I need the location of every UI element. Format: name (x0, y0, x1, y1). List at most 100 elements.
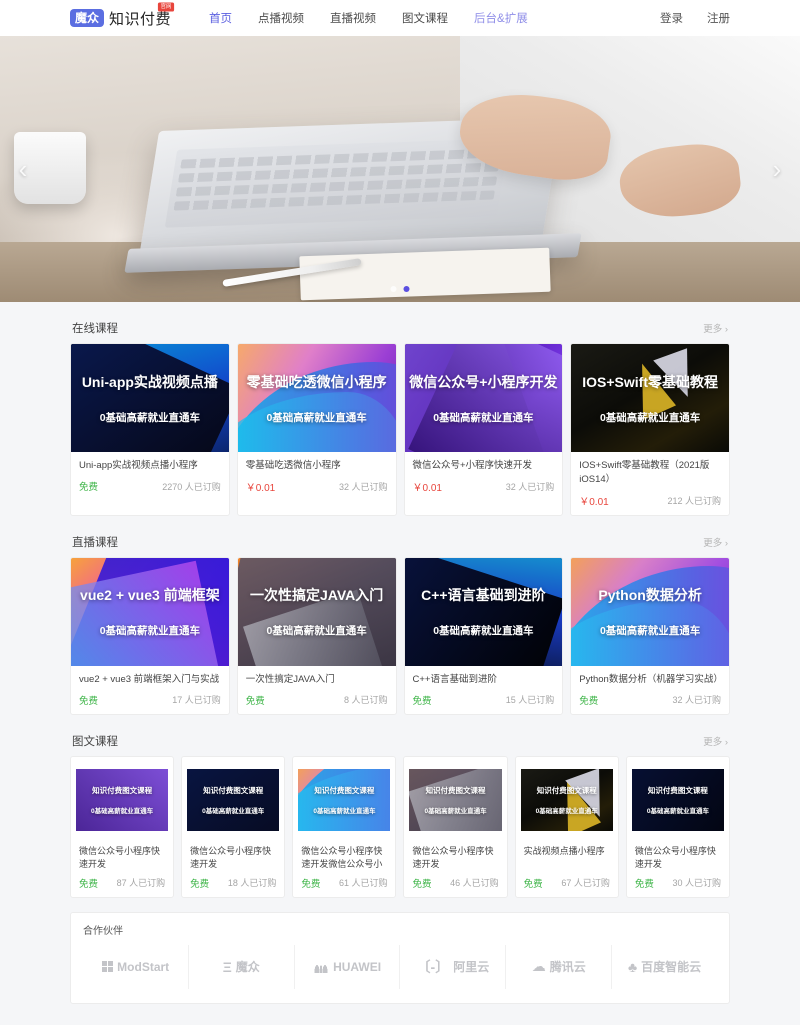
header-account-actions: 登录 注册 (660, 10, 730, 26)
article-orders: 67 人已订购 (561, 878, 610, 889)
carousel-prev-icon[interactable]: ‹ (8, 149, 38, 189)
course-orders: 212 人已订购 (667, 495, 721, 506)
partners-section: 合作伙伴 ModStart Ξ 魔众 HUAWEI 〔-〕 阿里云 ☁ 腾讯云 (70, 911, 730, 1004)
aliyun-logo-icon: 〔-〕 (416, 958, 450, 975)
article-name: 微信公众号小程序快速开发 (190, 845, 272, 870)
thumb-title: 知识付费图文课程 (647, 785, 708, 795)
course-thumbnail: 一次性搞定JAVA入门 0基础高薪就业直通车 (237, 557, 396, 666)
partner-modstart[interactable]: ModStart (83, 944, 189, 989)
carousel-dot-1[interactable] (390, 286, 397, 292)
article-name: 微信公众号小程序快速开发 (412, 845, 494, 870)
article-card[interactable]: 知识付费图文课程 0基础高薪就业直通车 微信公众号小程序快速开发微信公众号小程序… (292, 755, 397, 898)
brand-badge: 官网 (157, 2, 175, 11)
article-course-grid: 知识付费图文课程 0基础高薪就业直通车 微信公众号小程序快速开发 免费 87 人… (70, 755, 730, 898)
hero-slide-image (0, 36, 800, 302)
article-thumbnail: 知识付费图文课程 0基础高薪就业直通车 (409, 768, 502, 831)
partner-tencent-cloud[interactable]: ☁ 腾讯云 (506, 944, 613, 989)
course-card[interactable]: 一次性搞定JAVA入门 0基础高薪就业直通车 一次性搞定JAVA入门 免费 8 … (236, 556, 397, 715)
course-card[interactable]: IOS+Swift零基础教程 0基础高薪就业直通车 IOS+Swift零基础教程… (570, 343, 730, 516)
partner-label: 魔众 (235, 960, 260, 975)
course-card[interactable]: 微信公众号+小程序开发 0基础高薪就业直通车 微信公众号+小程序快速开发 ￥0.… (403, 343, 564, 516)
carousel-next-icon[interactable]: › (762, 149, 792, 189)
section-header-online: 在线课程 更多 › (70, 316, 730, 343)
partner-aliyun[interactable]: 〔-〕 阿里云 (400, 944, 507, 989)
thumb-title: Uni-app实战视频点播 (81, 373, 218, 390)
course-meta: ￥0.01 212 人已订购 (571, 487, 729, 515)
thumb-title: 零基础吃透微信小程序 (246, 373, 387, 390)
course-card[interactable]: C++语言基础到进阶 0基础高薪就业直通车 C++语言基础到进阶 免费 15 人… (403, 556, 564, 715)
partner-label: ModStart (117, 959, 170, 974)
partner-label: 腾讯云 (549, 960, 586, 975)
thumb-subtitle: 0基础高薪就业直通车 (99, 625, 201, 638)
thumb-title: 知识付费图文课程 (203, 785, 264, 795)
thumb-subtitle: 0基础高薪就业直通车 (266, 411, 367, 424)
course-name: 微信公众号+小程序快速开发 (412, 460, 533, 471)
article-meta: 免费 30 人已订购 (627, 872, 729, 897)
course-thumbnail: 微信公众号+小程序开发 0基础高薪就业直通车 (404, 344, 563, 452)
thumb-title: 一次性搞定JAVA入门 (249, 587, 384, 604)
course-meta: ￥0.01 32 人已订购 (238, 473, 396, 501)
partner-baidu-cloud[interactable]: ♣ 百度智能云 (612, 945, 717, 989)
article-card[interactable]: 知识付费图文课程 0基础高薪就业直通车 微信公众号小程序快速开发 免费 30 人… (625, 755, 730, 898)
partner-mozhong[interactable]: Ξ 魔众 (189, 944, 295, 989)
article-orders: 87 人已订购 (116, 878, 166, 889)
partners-title: 合作伙伴 (83, 925, 123, 937)
course-body: 零基础吃透微信小程序 (238, 452, 396, 473)
course-thumbnail: Uni-app实战视频点播 0基础高薪就业直通车 (71, 344, 229, 452)
section-more-article[interactable]: 更多 › (703, 734, 728, 748)
site-header: 魔众 知识付费 官网 首页 点播视频 直播视频 图文课程 后台&扩展 登录 注册 (0, 0, 800, 36)
huawei-logo-icon (313, 960, 330, 974)
article-card[interactable]: 知识付费图文课程 0基础高薪就业直通车 微信公众号小程序快速开发 免费 87 人… (70, 755, 175, 898)
register-link[interactable]: 注册 (707, 10, 730, 26)
section-more-online[interactable]: 更多 › (703, 321, 728, 335)
thumb-title: 知识付费图文课程 (536, 785, 597, 795)
course-orders: 17 人已订购 (172, 695, 221, 706)
course-body: C++语言基础到进阶 (405, 666, 563, 687)
section-online-courses: 在线课程 更多 › Uni-app实战视频点播 0基础高薪就业直通车 Uni-a… (70, 316, 730, 516)
partner-huawei[interactable]: HUAWEI (295, 944, 401, 989)
section-more-live[interactable]: 更多 › (703, 535, 728, 549)
login-link[interactable]: 登录 (660, 10, 683, 26)
course-orders: 32 人已订购 (505, 482, 555, 492)
article-name: 实战视频点播小程序 (523, 845, 605, 856)
thumb-subtitle: 0基础高薪就业直通车 (99, 411, 201, 424)
course-orders: 32 人已订购 (338, 482, 388, 492)
article-thumbnail: 知识付费图文课程 0基础高薪就业直通车 (187, 768, 280, 831)
course-price: 免费 (245, 695, 265, 707)
thumb-subtitle: 0基础高薪就业直通车 (599, 411, 701, 424)
course-body: 微信公众号+小程序快速开发 (405, 452, 563, 473)
article-price: 免费 (412, 878, 432, 890)
article-price: 免费 (523, 878, 543, 890)
article-card[interactable]: 知识付费图文课程 0基础高薪就业直通车 微信公众号小程序快速开发 免费 18 人… (181, 755, 286, 898)
thumb-subtitle: 0基础高薪就业直通车 (433, 411, 534, 424)
thumb-subtitle: 0基础高薪就业直通车 (424, 807, 487, 815)
nav-item-vod[interactable]: 点播视频 (258, 10, 304, 26)
course-thumbnail: 零基础吃透微信小程序 0基础高薪就业直通车 (237, 344, 396, 452)
course-name: Python数据分析（机器学习实战） (579, 673, 723, 685)
course-card[interactable]: vue2 + vue3 前端框架 0基础高薪就业直通车 vue2 + vue3 … (70, 556, 230, 715)
thumb-title: 知识付费图文课程 (92, 785, 153, 795)
article-name: 微信公众号小程序快速开发微信公众号小程序快速 (301, 845, 383, 870)
main-nav: 首页 点播视频 直播视频 图文课程 后台&扩展 (209, 10, 528, 26)
section-title-live: 直播课程 (72, 536, 118, 549)
course-card[interactable]: Uni-app实战视频点播 0基础高薪就业直通车 Uni-app实战视频点播小程… (70, 343, 230, 516)
thumb-subtitle: 0基础高薪就业直通车 (433, 625, 534, 638)
carousel-dot-2[interactable] (403, 286, 410, 292)
article-card[interactable]: 知识付费图文课程 0基础高薪就业直通车 实战视频点播小程序 免费 67 人已订购 (514, 755, 619, 898)
article-meta: 免费 18 人已订购 (182, 872, 284, 897)
thumb-subtitle: 0基础高薪就业直通车 (646, 807, 709, 815)
course-meta: 免费 32 人已订购 (571, 687, 729, 714)
nav-item-home[interactable]: 首页 (209, 10, 232, 26)
hero-carousel[interactable]: ‹ › (0, 36, 800, 302)
nav-item-article[interactable]: 图文课程 (402, 10, 448, 26)
course-card[interactable]: Python数据分析 0基础高薪就业直通车 Python数据分析（机器学习实战）… (570, 556, 730, 715)
nav-item-admin[interactable]: 后台&扩展 (474, 10, 528, 26)
thumb-subtitle: 0基础高薪就业直通车 (599, 625, 701, 638)
article-orders: 46 人已订购 (450, 878, 499, 889)
article-meta: 免费 61 人已订购 (293, 872, 395, 897)
brand-logo[interactable]: 魔众 知识付费 官网 (70, 2, 175, 29)
course-card[interactable]: 零基础吃透微信小程序 0基础高薪就业直通车 零基础吃透微信小程序 ￥0.01 3… (236, 343, 397, 516)
laptop-keyboard-decoration (164, 138, 510, 228)
article-card[interactable]: 知识付费图文课程 0基础高薪就业直通车 微信公众号小程序快速开发 免费 46 人… (403, 755, 508, 898)
nav-item-live[interactable]: 直播视频 (330, 10, 376, 26)
